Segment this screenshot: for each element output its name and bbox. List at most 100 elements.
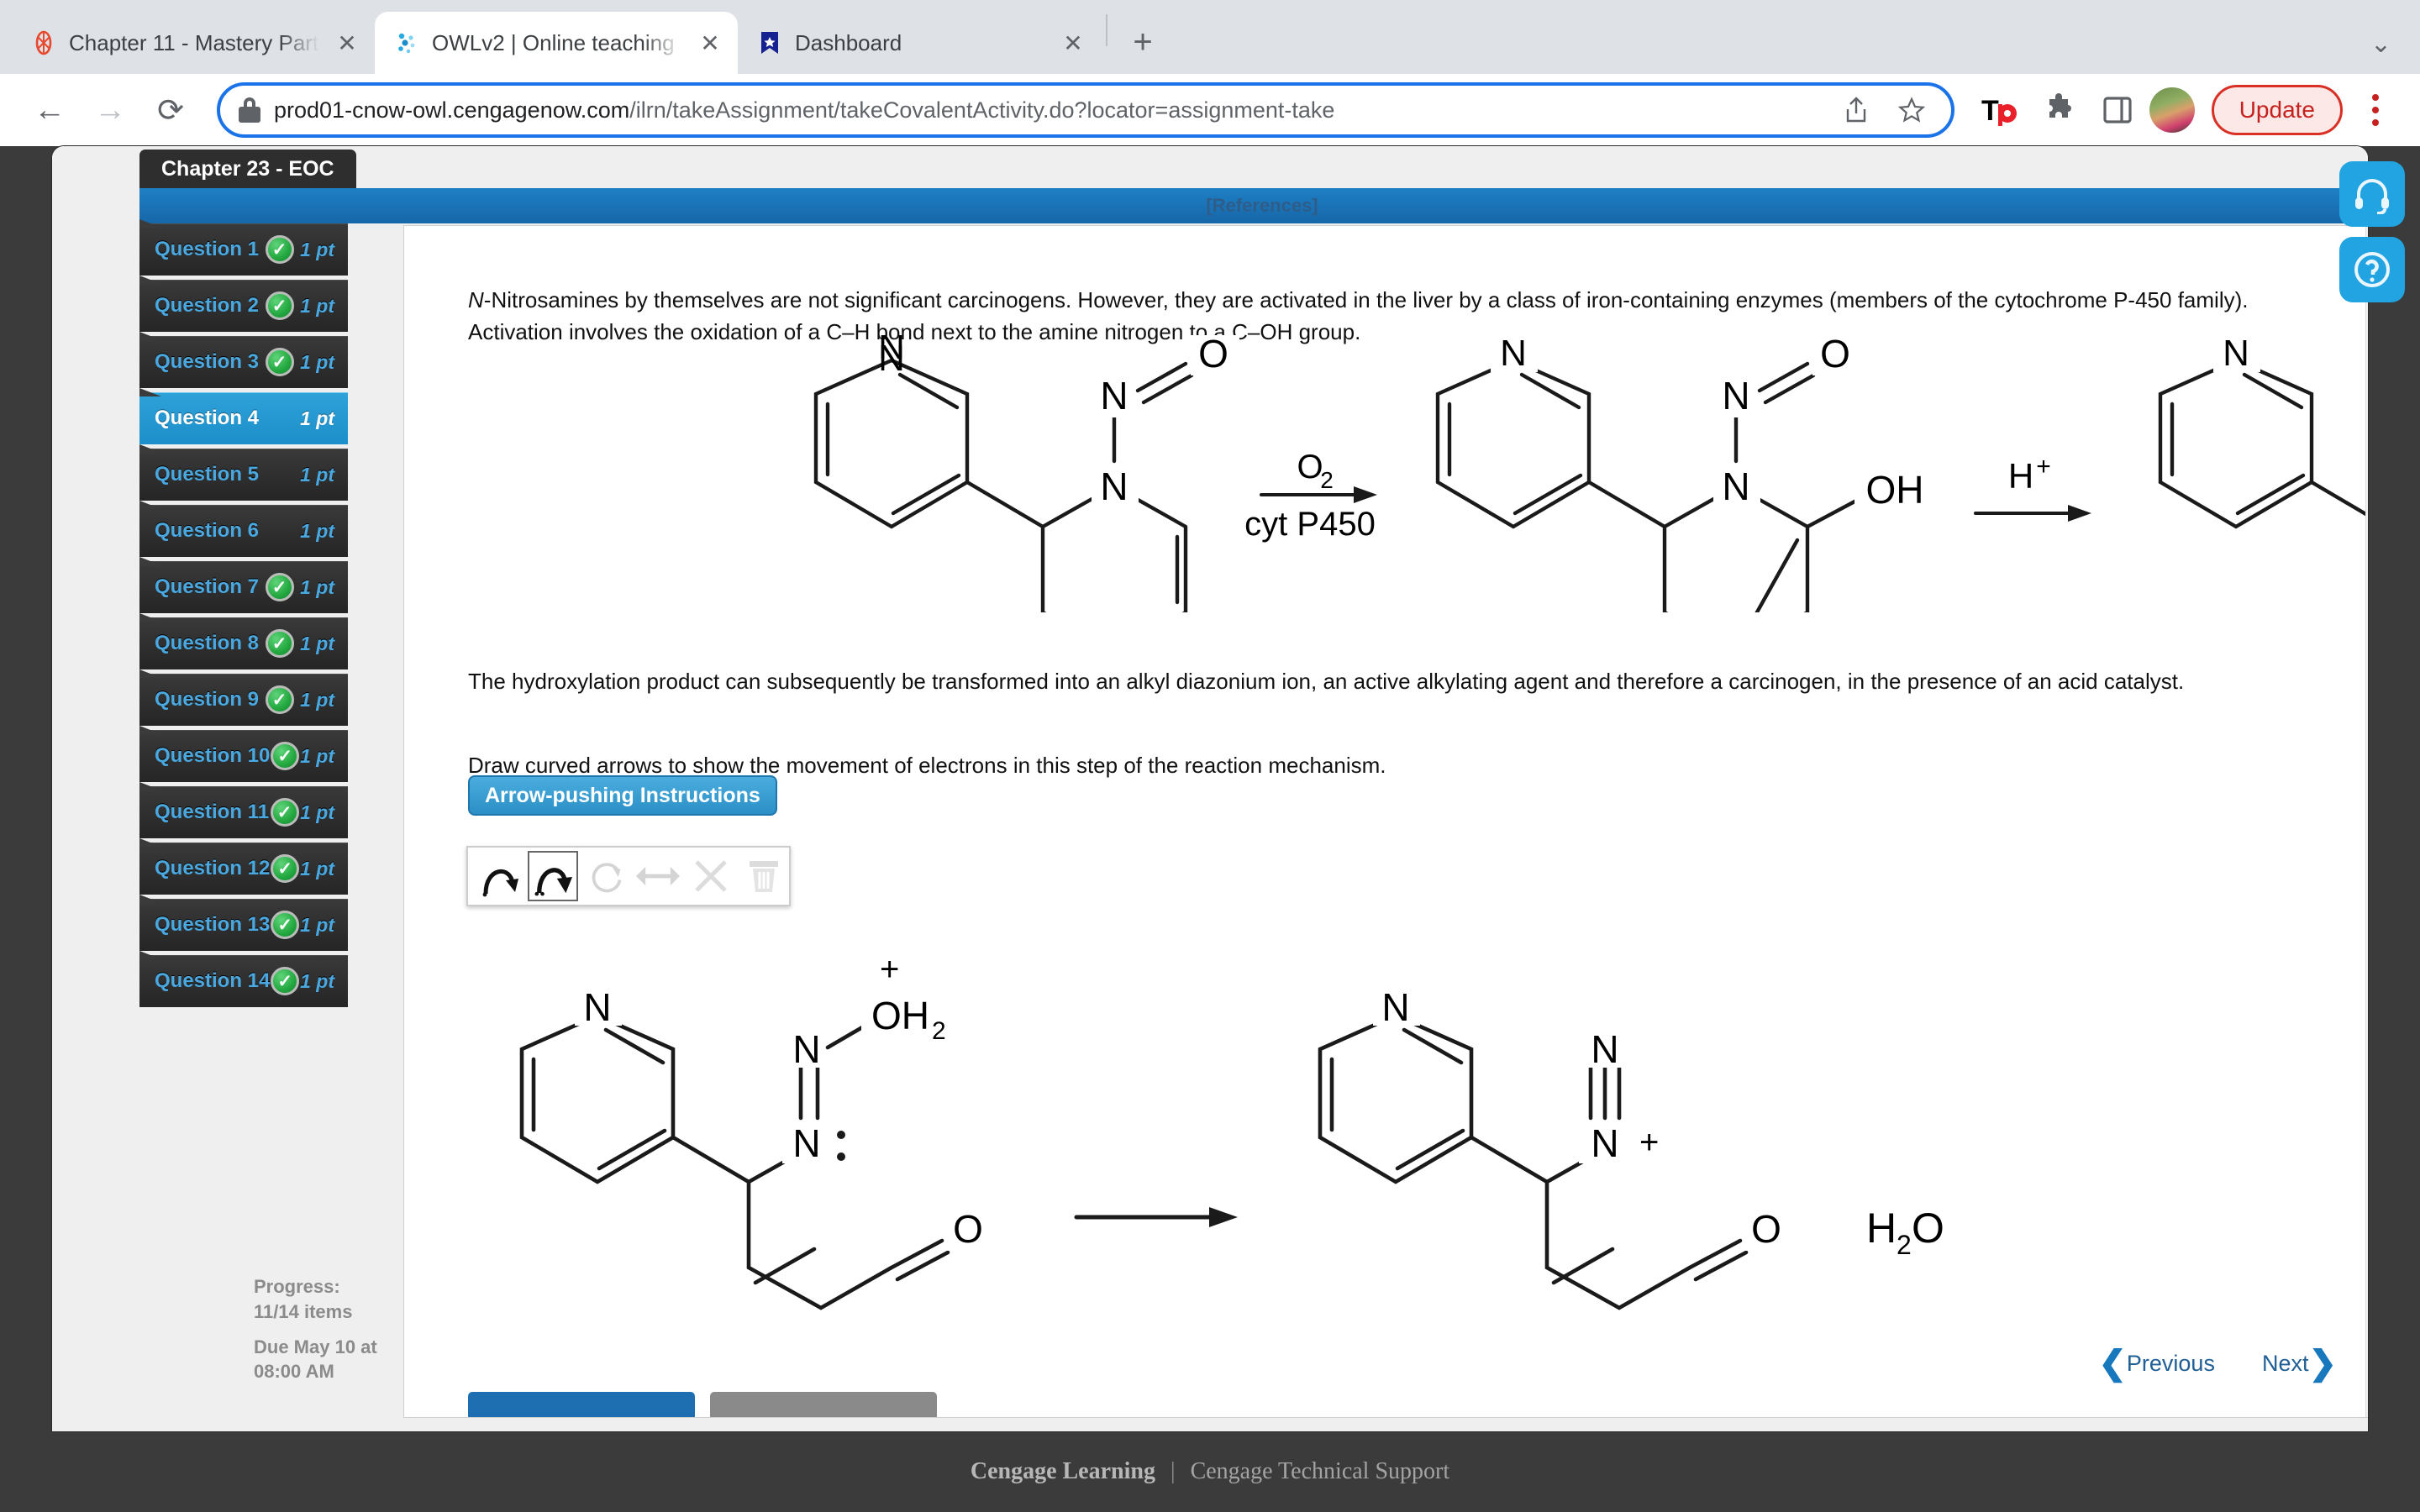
hydroxyl-label: OH xyxy=(1866,468,1924,512)
question-status: ✓ xyxy=(259,235,300,264)
url-domain: prod01-cnow-owl.cengagenow.com xyxy=(274,97,630,123)
svg-text:O: O xyxy=(1820,335,1850,375)
puzzle-icon[interactable] xyxy=(2032,83,2086,137)
back-button[interactable]: ← xyxy=(22,82,77,138)
trash-tool[interactable] xyxy=(738,851,789,901)
browser-tab-1-close-icon[interactable]: ✕ xyxy=(331,27,363,59)
side-panel-icon[interactable] xyxy=(2091,83,2144,137)
footer-support-link[interactable]: Cengage Technical Support xyxy=(1191,1458,1450,1485)
tp-extension-icon[interactable]: T xyxy=(1973,83,2027,137)
oh2-positive-charge: + xyxy=(880,951,899,988)
chapter-tab[interactable]: Chapter 23 - EOC xyxy=(139,150,356,188)
tab-search-chevron-down-icon[interactable]: ⌄ xyxy=(2370,29,2391,59)
reload-button[interactable]: ⟳ xyxy=(143,82,198,138)
browser-tab-2[interactable]: OWLv2 | Online teaching and le ✕ xyxy=(375,12,738,74)
browser-tab-1[interactable]: Chapter 11 - Mastery Part 1 ✕ xyxy=(12,12,375,74)
new-tab-button[interactable]: + xyxy=(1119,18,1166,66)
question-status: ✓ xyxy=(259,685,300,714)
reagent-h-plus: H xyxy=(2008,456,2033,496)
sidebar-question-item-7[interactable]: Question 7 ✓ 1 pt xyxy=(139,561,348,613)
svg-text:O: O xyxy=(1198,335,1228,375)
question-points: 1 pt xyxy=(300,294,334,317)
svg-text:N: N xyxy=(1722,465,1749,508)
question-mark-icon[interactable] xyxy=(2339,237,2405,302)
browser-tab-2-close-icon[interactable]: ✕ xyxy=(694,27,726,59)
sidebar-question-item-6[interactable]: Question 6 1 pt xyxy=(139,505,348,557)
browser-tab-1-title: Chapter 11 - Mastery Part 1 xyxy=(69,29,319,55)
resonance-arrow-tool[interactable] xyxy=(633,851,684,901)
submit-answer-button[interactable] xyxy=(468,1392,695,1417)
svg-text:2: 2 xyxy=(1320,467,1334,493)
question-points: 1 pt xyxy=(300,519,334,542)
paragraph-1-italic-n: N xyxy=(468,287,484,312)
question-status: ✓ xyxy=(270,967,300,995)
delete-arrow-tool[interactable] xyxy=(686,851,737,901)
question-points: 1 pt xyxy=(300,463,334,486)
next-button[interactable]: Next ❯ xyxy=(2262,1347,2337,1380)
completed-check-icon: ✓ xyxy=(265,629,294,658)
double-barbed-arrow-tool[interactable] xyxy=(527,851,579,901)
svg-text:O: O xyxy=(1751,1207,1781,1251)
browser-toolbar: ← → ⟳ prod01-cnow-owl.cengagenow.com/ilr… xyxy=(0,74,2420,146)
browser-tab-2-title: OWLv2 | Online teaching and le xyxy=(432,29,682,55)
forward-button[interactable]: → xyxy=(82,82,138,138)
question-points: 1 pt xyxy=(300,575,334,598)
sidebar-question-item-13[interactable]: Question 13 ✓ 1 pt xyxy=(139,899,348,951)
sidebar-question-item-4[interactable]: Question 4 1 pt xyxy=(139,392,348,444)
arrow-pushing-instructions-button[interactable]: Arrow-pushing Instructions xyxy=(468,775,777,816)
update-button[interactable]: Update xyxy=(2211,85,2343,135)
single-barbed-arrow-tool[interactable] xyxy=(475,851,526,901)
browser-tab-3[interactable]: Dashboard ✕ xyxy=(738,12,1101,74)
svg-text:O: O xyxy=(1912,1205,1944,1252)
lock-icon xyxy=(239,97,260,123)
sidebar-question-item-14[interactable]: Question 14 ✓ 1 pt xyxy=(139,955,348,1007)
sidebar-question-item-1[interactable]: Question 1 ✓ 1 pt xyxy=(139,223,348,276)
page-backdrop: Chapter 23 - EOC [References] Question 1… xyxy=(0,146,2420,1512)
references-link[interactable]: [References] xyxy=(1206,195,1318,217)
content-scrollbar[interactable] xyxy=(2365,226,2368,1417)
question-paragraph-2: The hydroxylation product can subsequent… xyxy=(468,669,2185,694)
question-status: ✓ xyxy=(259,629,300,658)
sidebar-question-item-3[interactable]: Question 3 ✓ 1 pt xyxy=(139,336,348,388)
question-label: Question 10 xyxy=(155,744,271,767)
completed-check-icon: ✓ xyxy=(271,967,300,995)
question-label: Question 9 xyxy=(155,688,260,711)
question-label: Question 1 xyxy=(155,238,260,260)
question-points: 1 pt xyxy=(300,632,334,654)
rotate-tool[interactable] xyxy=(580,851,631,901)
sidebar-question-item-12[interactable]: Question 12 ✓ 1 pt xyxy=(139,843,348,895)
tab-strip: Chapter 11 - Mastery Part 1 ✕ OWLv2 | On… xyxy=(0,0,2420,74)
sidebar-question-item-10[interactable]: Question 10 ✓ 1 pt xyxy=(139,730,348,782)
footer-divider: | xyxy=(1170,1458,1176,1484)
headset-icon[interactable] xyxy=(2339,161,2405,227)
question-label: Question 3 xyxy=(155,350,260,373)
profile-avatar[interactable] xyxy=(2149,87,2195,133)
address-bar[interactable]: prod01-cnow-owl.cengagenow.com/ilrn/take… xyxy=(217,82,1954,138)
sidebar-question-item-2[interactable]: Question 2 ✓ 1 pt xyxy=(139,280,348,332)
reaction-scheme-bottom[interactable]: N N N OH 2 + O N N + N O H 2 O xyxy=(488,940,2169,1335)
owl-assignment-window: Chapter 23 - EOC [References] Question 1… xyxy=(52,146,2368,1431)
svg-text:N: N xyxy=(792,1121,820,1165)
svg-text:N: N xyxy=(583,985,611,1029)
sidebar-question-item-5[interactable]: Question 5 1 pt xyxy=(139,449,348,501)
browser-menu-button[interactable] xyxy=(2353,85,2398,135)
svg-text:O: O xyxy=(953,1207,983,1251)
sidebar-question-item-8[interactable]: Question 8 ✓ 1 pt xyxy=(139,617,348,669)
svg-text:T: T xyxy=(1981,95,1999,127)
completed-check-icon: ✓ xyxy=(270,798,299,827)
svg-text:N: N xyxy=(1381,985,1409,1029)
question-label: Question 5 xyxy=(155,463,260,486)
question-sidebar: Question 1 ✓ 1 pt Question 2 ✓ 1 pt Question 3… xyxy=(139,223,377,1431)
completed-check-icon: ✓ xyxy=(271,911,300,939)
star-icon[interactable] xyxy=(1891,89,1933,131)
clear-answer-button[interactable] xyxy=(710,1392,937,1417)
browser-tab-3-close-icon[interactable]: ✕ xyxy=(1057,27,1089,59)
completed-check-icon: ✓ xyxy=(265,291,294,320)
svg-text:N: N xyxy=(1500,335,1527,374)
page-footer: Cengage Learning | Cengage Technical Sup… xyxy=(0,1431,2420,1512)
share-icon[interactable] xyxy=(1835,89,1877,131)
sidebar-question-item-11[interactable]: Question 11 ✓ 1 pt xyxy=(139,786,348,838)
sidebar-question-item-9[interactable]: Question 9 ✓ 1 pt xyxy=(139,674,348,726)
previous-button[interactable]: ❮ Previous xyxy=(2098,1347,2215,1380)
chapter-favicon xyxy=(30,29,57,56)
